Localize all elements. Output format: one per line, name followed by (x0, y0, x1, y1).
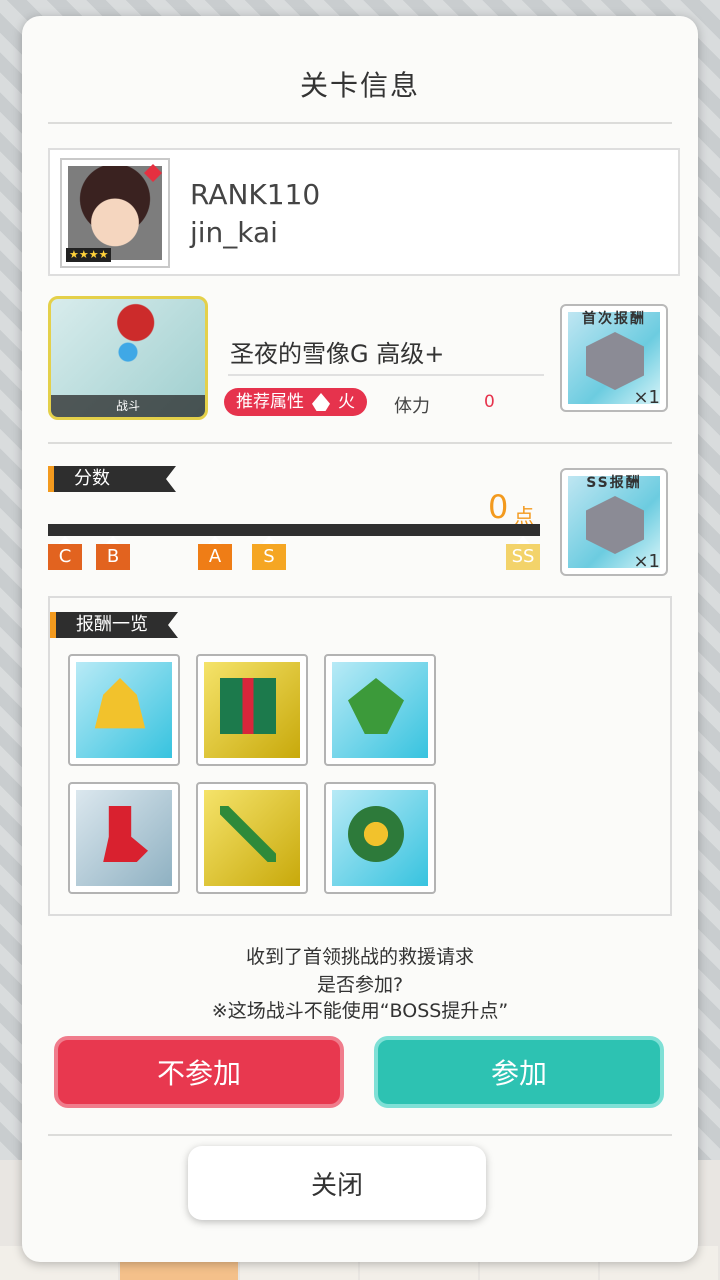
avatar[interactable]: ★★★★ (60, 158, 170, 268)
score-tag: 分数 (48, 466, 176, 492)
dialog-title: 关卡信息 (299, 69, 420, 102)
first-clear-reward[interactable]: 首次报酬 ×1 (560, 304, 668, 412)
rank-mark-s: S (252, 536, 286, 570)
rank-mark-c: C (48, 536, 82, 570)
character-portrait (68, 166, 162, 260)
recommended-attribute-label: 推荐属性 (236, 392, 304, 412)
stage-info-dialog: 关卡信息 ★★★★ RANK110 jin_kai 战斗 圣夜的雪像G 高级+ … (22, 16, 698, 1262)
score-value: 0 (488, 488, 509, 526)
reward-list-tag: 报酬一览 (50, 612, 178, 638)
divider (48, 122, 672, 124)
recommended-element: 火 (338, 392, 355, 412)
reward-item[interactable] (68, 782, 180, 894)
stamina-value: 0 (484, 392, 495, 412)
divider (48, 442, 672, 444)
gift-box-icon (220, 678, 276, 734)
rarity-stars: ★★★★ (66, 248, 112, 262)
stamina-label: 体力 (394, 396, 430, 417)
stage-type-label: 战斗 (51, 395, 205, 417)
rank-mark-ss: SS (506, 536, 540, 570)
rescue-request-message: 收到了首领挑战的救援请求 (245, 946, 474, 968)
wreath-icon (348, 806, 404, 862)
close-button[interactable]: 关闭 (188, 1146, 486, 1220)
divider (228, 374, 544, 376)
reward-item[interactable] (324, 782, 436, 894)
fire-element-icon (312, 393, 330, 411)
join-question: 是否参加? (316, 974, 404, 996)
score-progress-bar (48, 524, 540, 536)
decline-button[interactable]: 不参加 (54, 1036, 344, 1108)
divider (48, 1134, 672, 1136)
player-name: jin_kai (190, 216, 278, 249)
first-reward-qty: ×1 (633, 387, 660, 408)
reward-list-panel: 报酬一览 (48, 596, 672, 916)
boss-point-notice: ※这场战斗不能使用“BOSS提升点” (211, 1000, 509, 1022)
reward-item[interactable] (68, 654, 180, 766)
stage-thumbnail: 战斗 (48, 296, 208, 420)
rank-mark-a: A (198, 536, 232, 570)
join-button[interactable]: 参加 (374, 1036, 664, 1108)
ss-reward[interactable]: SS报酬 ×1 (560, 468, 668, 576)
reward-item[interactable] (196, 782, 308, 894)
ss-reward-qty: ×1 (633, 551, 660, 572)
stage-name: 圣夜的雪像G 高级+ (230, 340, 445, 368)
rank-mark-b: B (96, 536, 130, 570)
ss-reward-label: SS报酬 (586, 475, 642, 491)
player-card: ★★★★ RANK110 jin_kai (48, 148, 680, 276)
reward-item[interactable] (324, 654, 436, 766)
reward-item[interactable] (196, 654, 308, 766)
recommended-attribute-badge: 推荐属性 火 (224, 388, 367, 416)
player-rank: RANK110 (190, 178, 321, 211)
first-reward-label: 首次报酬 (582, 311, 646, 327)
